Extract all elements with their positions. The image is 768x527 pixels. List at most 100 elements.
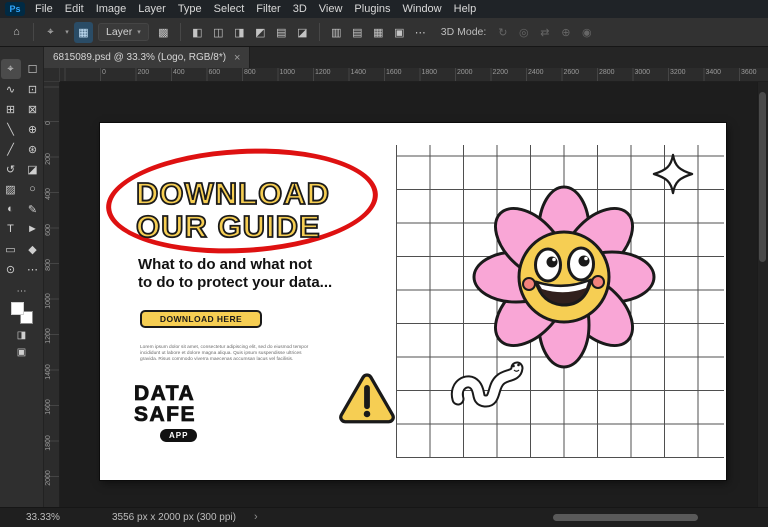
- document-tab[interactable]: 6815089.psd @ 33.3% (Logo, RGB/8*) ×: [44, 47, 250, 68]
- menu-3d[interactable]: 3D: [287, 0, 313, 18]
- 3d-orbit-icon[interactable]: ↻: [493, 22, 512, 43]
- 3d-slide-icon[interactable]: ⊕: [556, 22, 575, 43]
- menu-filter[interactable]: Filter: [250, 0, 286, 18]
- gradient-tool[interactable]: ▨: [1, 179, 21, 199]
- menu-layer[interactable]: Layer: [132, 0, 172, 18]
- vertical-scrollbar-thumb[interactable]: [759, 92, 766, 262]
- dodge-tool[interactable]: ◐: [1, 199, 21, 219]
- ruler-h-label: 800: [244, 69, 256, 76]
- menu-type[interactable]: Type: [172, 0, 208, 18]
- menu-help[interactable]: Help: [448, 0, 483, 18]
- frame-tool[interactable]: ⊠: [23, 99, 43, 119]
- 3d-camera-icon[interactable]: ◉: [577, 22, 596, 43]
- options-items: ⌂⌖▾▦Layer▾▩◧◫◨◩▤◪▥▤▦▣⋯3D Mode:↻◎⇄⊕◉: [6, 22, 597, 43]
- align-left-icon[interactable]: ◧: [188, 22, 207, 43]
- rectangular-marquee-tool[interactable]: ☐: [23, 59, 43, 79]
- eyedropper-tool[interactable]: ╲: [1, 119, 21, 139]
- tool-preset-chevron-icon[interactable]: ▾: [62, 22, 72, 43]
- ruler-h-label: 2600: [564, 69, 580, 76]
- menu-file[interactable]: File: [29, 0, 59, 18]
- headline-line1: DOWNLOAD: [136, 177, 330, 210]
- status-options-chevron-icon[interactable]: ›: [254, 511, 258, 523]
- warning-triangle: [338, 371, 396, 427]
- subheadline: What to do and what not to do to protect…: [138, 256, 332, 292]
- chevron-down-icon: ▾: [137, 28, 141, 36]
- ruler-vertical[interactable]: 0200400600800100012001400160018002000: [44, 82, 60, 507]
- 3d-roll-icon[interactable]: ◎: [514, 22, 533, 43]
- menu-image[interactable]: Image: [90, 0, 133, 18]
- distribute-horizontal-icon[interactable]: ▥: [327, 22, 346, 43]
- ruler-h-label: 2000: [457, 69, 473, 76]
- hand-tool[interactable]: ◆: [23, 239, 43, 259]
- menubar: Ps FileEditImageLayerTypeSelectFilter3DV…: [0, 0, 768, 18]
- vertical-scrollbar[interactable]: [757, 82, 768, 507]
- distribute-spacing-icon[interactable]: ▦: [369, 22, 388, 43]
- ruler-v-label: 200: [45, 144, 57, 174]
- quick-mask-icon[interactable]: ◨: [17, 329, 26, 341]
- align-right-icon[interactable]: ◨: [230, 22, 249, 43]
- rectangle-tool[interactable]: ▭: [1, 239, 21, 259]
- path-selection-tool[interactable]: ►: [23, 219, 43, 239]
- align-options-icon[interactable]: ▣: [390, 22, 409, 43]
- ruler-v-label: 1600: [45, 392, 57, 422]
- color-swatches[interactable]: [11, 302, 33, 324]
- align-bottom-icon[interactable]: ◪: [293, 22, 312, 43]
- data-safe-app-logo: DATA SAFE APP: [134, 383, 197, 443]
- tab-close-icon[interactable]: ×: [234, 52, 240, 64]
- transform-toggle-icon[interactable]: ▦: [74, 22, 93, 43]
- type-tool[interactable]: T: [1, 219, 21, 239]
- zoom-level-field[interactable]: 33.33%: [26, 512, 60, 523]
- lasso-tool[interactable]: ∿: [1, 79, 21, 99]
- auto-select-dropdown[interactable]: Layer▾: [98, 23, 149, 41]
- ruler-h-label: 400: [173, 69, 185, 76]
- 3d-pan-icon[interactable]: ⇄: [535, 22, 554, 43]
- ruler-v-label: 1000: [45, 286, 57, 316]
- align-top-icon[interactable]: ◩: [251, 22, 270, 43]
- distribute-vertical-icon[interactable]: ▤: [348, 22, 367, 43]
- foreground-color-swatch[interactable]: [11, 302, 24, 315]
- history-brush-tool[interactable]: ↺: [1, 159, 21, 179]
- status-bar: 33.33% 3556 px x 2000 px (300 ppi) ›: [0, 507, 768, 527]
- ruler-h-label: 0: [102, 69, 106, 76]
- blur-tool[interactable]: ○: [23, 179, 43, 199]
- photoshop-logo: Ps: [5, 2, 25, 16]
- brush-tool[interactable]: ╱: [1, 139, 21, 159]
- align-center-horizontal-icon[interactable]: ◫: [209, 22, 228, 43]
- artboard[interactable]: DOWNLOAD OUR GUIDE What to do and what n…: [100, 123, 726, 480]
- ruler-h-label: 2800: [599, 69, 615, 76]
- options-divider: [180, 23, 181, 41]
- logo-word-safe: SAFE: [134, 404, 197, 425]
- menu-edit[interactable]: Edit: [59, 0, 90, 18]
- clone-stamp-tool[interactable]: ⊛: [23, 139, 43, 159]
- healing-brush-tool[interactable]: ⊕: [23, 119, 43, 139]
- ruler-h-label: 600: [209, 69, 221, 76]
- photoshop-window: Ps FileEditImageLayerTypeSelectFilter3DV…: [0, 0, 768, 527]
- object-selection-tool[interactable]: ⊡: [23, 79, 43, 99]
- more-options-icon[interactable]: ⋯: [411, 22, 430, 43]
- logo-word-data: DATA: [134, 383, 197, 404]
- ruler-horizontal[interactable]: 0200400600800100012001400160018002000220…: [44, 68, 768, 82]
- menu-select[interactable]: Select: [208, 0, 251, 18]
- options-divider: [33, 23, 34, 41]
- menu-window[interactable]: Window: [397, 0, 448, 18]
- screen-mode-icon[interactable]: ▣: [17, 346, 26, 358]
- home-icon[interactable]: ⌂: [7, 22, 26, 43]
- edit-toolbar[interactable]: ⋯: [23, 259, 43, 279]
- move-tool[interactable]: ⌖: [1, 59, 21, 79]
- align-middle-icon[interactable]: ▤: [272, 22, 291, 43]
- menu-view[interactable]: View: [313, 0, 349, 18]
- move-tool-icon[interactable]: ⌖: [41, 22, 60, 43]
- 3d-mode-label: 3D Mode:: [441, 26, 487, 38]
- zoom-tool[interactable]: ⊙: [1, 259, 21, 279]
- tools-panel: ⌖☐∿⊡⊞⊠╲⊕╱⊛↺◪▨○◐✎T►▭◆⊙⋯ ⋯ ◨ ▣: [0, 47, 44, 507]
- show-transform-controls-icon[interactable]: ▩: [154, 22, 173, 43]
- ruler-h-label: 1600: [386, 69, 402, 76]
- horizontal-scrollbar-thumb[interactable]: [553, 514, 698, 521]
- eraser-tool[interactable]: ◪: [23, 159, 43, 179]
- canvas[interactable]: DOWNLOAD OUR GUIDE What to do and what n…: [60, 82, 768, 507]
- crop-tool[interactable]: ⊞: [1, 99, 21, 119]
- ruler-h-label: 3000: [635, 69, 651, 76]
- menu-plugins[interactable]: Plugins: [348, 0, 396, 18]
- toolbar-more-icon[interactable]: ⋯: [17, 285, 27, 297]
- pen-tool[interactable]: ✎: [23, 199, 43, 219]
